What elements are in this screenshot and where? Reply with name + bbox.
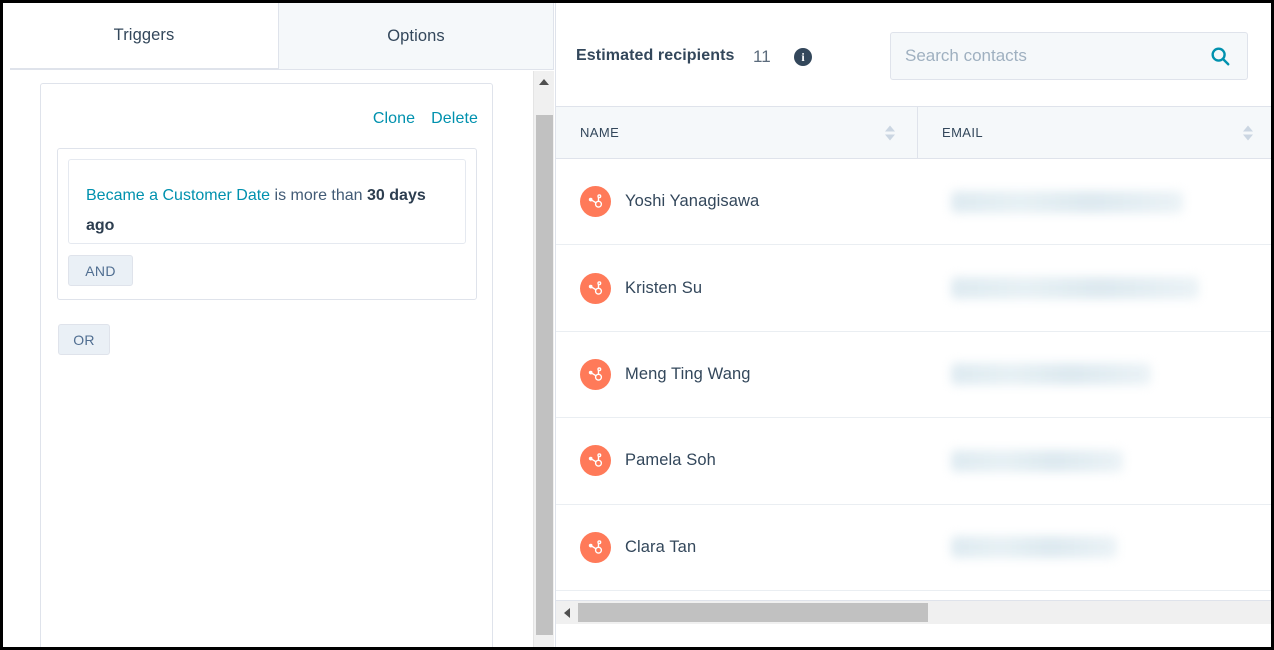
horizontal-scrollbar-thumb[interactable] (578, 603, 928, 622)
column-header-email[interactable]: EMAIL (918, 107, 1271, 158)
hubspot-contact-avatar-icon (580, 358, 611, 390)
and-button[interactable]: AND (68, 255, 133, 286)
filter-property[interactable]: Became a Customer Date (86, 187, 270, 204)
search-input[interactable] (891, 46, 1209, 66)
table-header-row: NAME EMAIL (556, 106, 1271, 159)
redacted-email-placeholder (951, 277, 1199, 300)
filter-condition[interactable]: Became a Customer Date is more than 30 d… (68, 159, 466, 244)
scroll-left-arrow-icon[interactable] (558, 602, 576, 624)
contact-name[interactable]: Kristen Su (625, 279, 918, 298)
filter-group: Became a Customer Date is more than 30 d… (57, 148, 477, 300)
hubspot-contact-avatar-icon (580, 272, 611, 304)
left-panel: Triggers Options Clone Delete Became a C… (3, 3, 554, 647)
column-header-name-label: NAME (580, 125, 620, 140)
or-button-label: OR (73, 331, 95, 348)
redacted-email-placeholder (951, 536, 1117, 559)
table-row[interactable]: Pamela Soh (556, 418, 1271, 505)
recipients-label: Estimated recipients (576, 47, 735, 64)
tab-options-label: Options (387, 26, 445, 45)
right-panel: Estimated recipients 11 i NAME (555, 3, 1271, 647)
table-row[interactable]: Clara Tan (556, 504, 1271, 591)
contacts-table-body: Yoshi Yanagisawa Kristen Su Meng Ting Wa… (556, 159, 1271, 600)
scroll-up-arrow-icon[interactable] (534, 71, 554, 93)
delete-link[interactable]: Delete (431, 110, 478, 128)
tab-bar: Triggers Options (10, 3, 554, 70)
column-header-name[interactable]: NAME (556, 107, 918, 158)
vertical-scrollbar-thumb[interactable] (536, 115, 553, 635)
redacted-email-placeholder (951, 363, 1151, 386)
table-row[interactable]: Kristen Su (556, 245, 1271, 332)
horizontal-scrollbar[interactable] (556, 600, 1271, 624)
contact-name[interactable]: Clara Tan (625, 538, 918, 557)
recipients-count: 11 (753, 47, 771, 66)
clone-link[interactable]: Clone (373, 110, 415, 128)
contact-name[interactable]: Meng Ting Wang (625, 365, 918, 384)
or-button[interactable]: OR (58, 324, 110, 355)
hubspot-contact-avatar-icon (580, 531, 611, 563)
tab-triggers-label: Triggers (113, 26, 175, 44)
table-row[interactable]: Yoshi Yanagisawa (556, 159, 1271, 246)
and-button-label: AND (85, 262, 116, 279)
hubspot-contact-avatar-icon (580, 186, 611, 218)
sort-arrows-name-icon[interactable] (885, 125, 895, 140)
contact-email-cell (918, 536, 1271, 559)
search-contacts-box[interactable] (890, 32, 1248, 80)
card-actions: Clone Delete (373, 110, 478, 128)
tab-options[interactable]: Options (278, 3, 554, 70)
redacted-email-placeholder (951, 190, 1183, 213)
contact-name[interactable]: Yoshi Yanagisawa (625, 192, 918, 211)
contact-name[interactable]: Pamela Soh (625, 451, 918, 470)
sort-arrows-email-icon[interactable] (1243, 125, 1253, 140)
contact-email-cell (918, 449, 1271, 472)
redacted-email-placeholder (951, 449, 1123, 472)
table-row[interactable]: Meng Ting Wang (556, 331, 1271, 419)
trigger-card: Clone Delete Became a Customer Date is m… (40, 83, 493, 647)
trigger-scroll-area: Clone Delete Became a Customer Date is m… (3, 71, 533, 647)
filter-operator: is more than (274, 187, 363, 204)
recipients-header: Estimated recipients 11 i (556, 3, 1271, 106)
column-header-email-label: EMAIL (942, 125, 984, 140)
vertical-scrollbar[interactable] (533, 71, 554, 647)
tab-triggers[interactable]: Triggers (10, 3, 278, 70)
contact-email-cell (918, 277, 1271, 300)
search-icon[interactable] (1209, 45, 1247, 67)
app-window: Triggers Options Clone Delete Became a C… (0, 0, 1274, 650)
contact-email-cell (918, 190, 1271, 213)
contact-email-cell (918, 363, 1271, 386)
info-icon[interactable]: i (794, 48, 812, 66)
hubspot-contact-avatar-icon (580, 445, 611, 477)
